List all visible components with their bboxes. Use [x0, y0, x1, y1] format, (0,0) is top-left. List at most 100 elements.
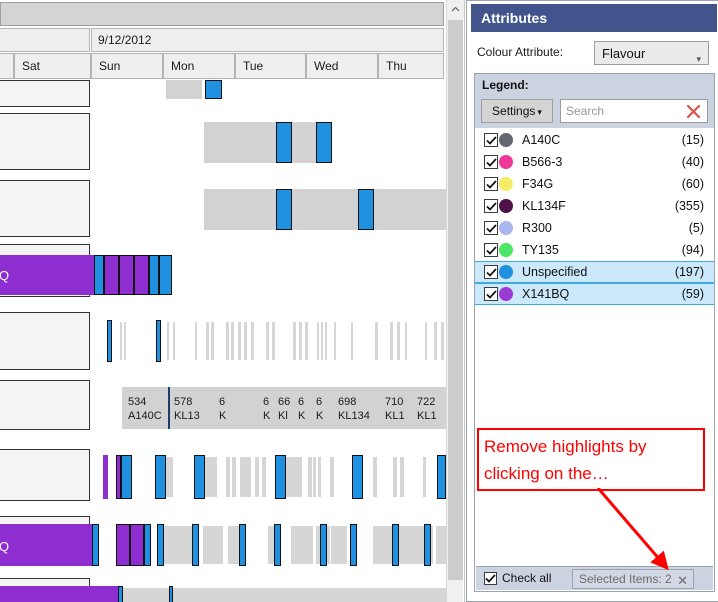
- annotation-text: Remove highlights by clicking on the…: [484, 433, 704, 487]
- legend-item[interactable]: TY135(94): [475, 239, 714, 261]
- gantt-bar-purple[interactable]: [0, 524, 92, 566]
- gantt-tick-grey: [244, 322, 247, 360]
- legend-item-label: TY135: [522, 243, 682, 257]
- code-number: 722: [417, 395, 447, 409]
- gantt-bar-grey[interactable]: [204, 122, 326, 163]
- legend-item[interactable]: B566-3(40): [475, 151, 714, 173]
- gantt-tick-blue[interactable]: [192, 524, 199, 566]
- gantt-bar-purple[interactable]: [104, 255, 119, 295]
- gantt-row-label[interactable]: [0, 449, 90, 501]
- day-column-header-thu[interactable]: Thu: [378, 53, 444, 79]
- gantt-bar-blue[interactable]: [205, 80, 222, 99]
- day-column-header-mon[interactable]: Mon: [163, 53, 235, 79]
- gantt-tick-blue[interactable]: [194, 455, 205, 499]
- gantt-tick-blue[interactable]: [350, 524, 357, 566]
- legend-item[interactable]: R300(5): [475, 217, 714, 239]
- legend-item-label: X141BQ: [522, 287, 682, 301]
- legend-item-count: (15): [682, 133, 704, 147]
- legend-item[interactable]: F34G(60): [475, 173, 714, 195]
- gantt-bar-purple[interactable]: [0, 255, 94, 295]
- gantt-tick-purple[interactable]: [130, 524, 144, 566]
- gantt-row-label[interactable]: [0, 312, 90, 370]
- gantt-bar-grey[interactable]: [204, 189, 446, 230]
- gantt-bar-blue[interactable]: [358, 189, 374, 230]
- legend-item-checkbox[interactable]: [484, 155, 498, 169]
- gantt-row-label[interactable]: [0, 380, 90, 430]
- gantt-tick-blue[interactable]: [424, 524, 431, 566]
- gantt-tick-blue[interactable]: [157, 524, 164, 566]
- gantt-bar-purple[interactable]: [0, 586, 118, 602]
- dropdown-caret-icon: ▾: [537, 107, 542, 117]
- gantt-tick-blue[interactable]: [392, 524, 399, 566]
- gantt-tick-blue[interactable]: [352, 455, 363, 499]
- gantt-tick-grey: [120, 322, 122, 360]
- gantt-tick-blue[interactable]: [107, 320, 112, 362]
- legend-footer: Check all Selected Items: 2 ✕: [476, 566, 713, 590]
- legend-item[interactable]: KL134F(355): [475, 195, 714, 217]
- legend-item[interactable]: Unspecified(197): [475, 261, 714, 283]
- code-number: 6: [298, 395, 306, 409]
- scrollbar-thumb[interactable]: [448, 20, 463, 580]
- gantt-row-label[interactable]: [0, 180, 90, 237]
- scroll-up-chevron-icon[interactable]: [447, 0, 464, 17]
- gantt-bar-purple[interactable]: [134, 255, 149, 295]
- legend-item-label: R300: [522, 221, 689, 235]
- code-label: KL1: [385, 409, 415, 423]
- day-column-header-wed[interactable]: Wed: [306, 53, 378, 79]
- gantt-tick-blue[interactable]: [156, 320, 161, 362]
- gantt-tick-grey: [173, 588, 446, 602]
- code-number: 6: [219, 395, 227, 409]
- search-input[interactable]: [561, 100, 679, 122]
- gantt-tick-blue[interactable]: [121, 455, 132, 499]
- legend-item-checkbox[interactable]: [484, 133, 498, 147]
- gantt-bar-blue[interactable]: [276, 122, 292, 163]
- gantt-bar-blue[interactable]: [94, 255, 104, 295]
- clear-search-x-icon[interactable]: [683, 101, 703, 121]
- legend-item[interactable]: A140C(15): [475, 129, 714, 151]
- gantt-bar-blue[interactable]: [159, 255, 172, 295]
- gantt-bar-grey[interactable]: [166, 80, 202, 99]
- legend-item-checkbox[interactable]: [484, 221, 498, 235]
- gantt-tick-blue[interactable]: [92, 524, 99, 566]
- day-column-header-sun[interactable]: Sun: [91, 53, 163, 79]
- day-column-header-sat[interactable]: Sat: [14, 53, 91, 79]
- gantt-bar-purple[interactable]: [119, 255, 134, 295]
- legend-item-count: (197): [675, 265, 704, 279]
- gantt-tick-purple[interactable]: [103, 455, 108, 499]
- gantt-vertical-scrollbar[interactable]: [446, 0, 463, 602]
- gantt-tick-blue[interactable]: [155, 455, 166, 499]
- legend-item-checkbox[interactable]: [484, 177, 498, 191]
- gantt-row-label[interactable]: [0, 113, 90, 170]
- gantt-bar-blue[interactable]: [276, 189, 292, 230]
- gantt-tick-grey: [434, 322, 437, 360]
- gantt-row-label[interactable]: [0, 80, 90, 107]
- legend-item-checkbox[interactable]: [484, 243, 498, 257]
- gantt-tick-blue[interactable]: [275, 455, 286, 499]
- gantt-tick-blue[interactable]: [437, 455, 446, 499]
- legend-search-box[interactable]: [560, 99, 708, 123]
- settings-button[interactable]: Settings▾: [481, 99, 553, 123]
- gantt-tick-grey: [262, 457, 266, 497]
- gantt-tick-blue[interactable]: [239, 524, 246, 566]
- legend-colour-swatch-icon: [499, 155, 513, 169]
- check-all-checkbox[interactable]: [484, 572, 497, 585]
- code-label: K: [219, 409, 227, 423]
- legend-items-list[interactable]: A140C(15)B566-3(40)F34G(60)KL134F(355)R3…: [475, 129, 714, 569]
- day-column-header-tue[interactable]: Tue: [235, 53, 306, 79]
- gantt-tick-purple[interactable]: [116, 524, 130, 566]
- clear-selection-x-icon[interactable]: ✕: [677, 571, 688, 590]
- day-column-header-partial[interactable]: [0, 53, 14, 79]
- gantt-tick-blue[interactable]: [274, 524, 281, 566]
- colour-attribute-dropdown[interactable]: Flavour ▾: [594, 41, 709, 65]
- gantt-bar-blue[interactable]: [149, 255, 159, 295]
- legend-colour-swatch-icon: [499, 199, 513, 213]
- selected-items-field[interactable]: Selected Items: 2 ✕: [572, 569, 694, 589]
- gantt-tick-grey: [393, 457, 397, 497]
- gantt-tick-blue[interactable]: [320, 524, 327, 566]
- legend-item-checkbox[interactable]: [484, 287, 498, 301]
- legend-item[interactable]: X141BQ(59): [475, 283, 714, 305]
- legend-item-checkbox[interactable]: [484, 265, 498, 279]
- gantt-tick-blue[interactable]: [144, 524, 151, 566]
- gantt-bar-blue[interactable]: [316, 122, 332, 163]
- legend-item-checkbox[interactable]: [484, 199, 498, 213]
